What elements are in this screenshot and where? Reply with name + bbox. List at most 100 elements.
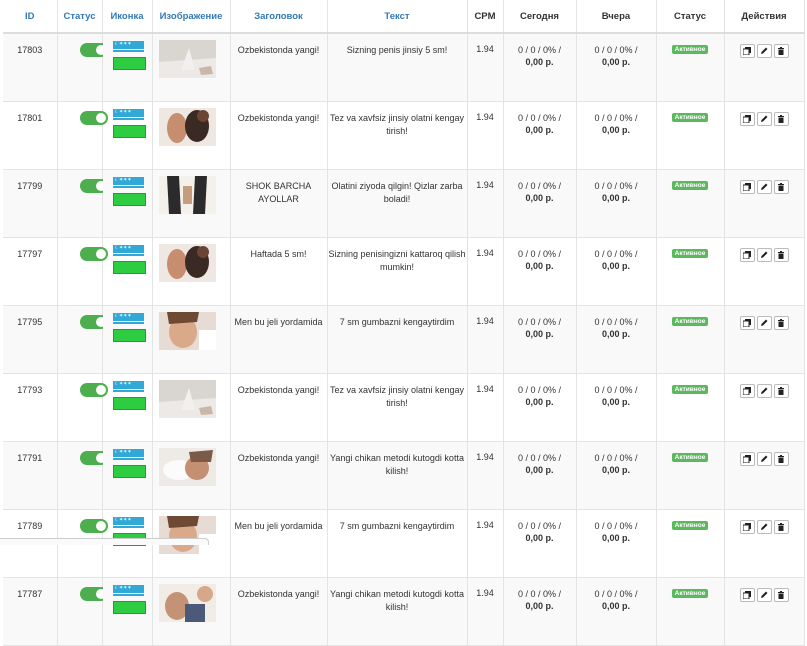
row-image-cell [152,33,231,102]
edit-button[interactable] [756,248,772,262]
copy-button[interactable] [739,44,755,58]
header-text[interactable]: Текст [327,0,468,34]
flag-green-stripe-icon [112,329,146,342]
copy-icon [741,115,754,123]
row-status-cell: Активное [656,577,725,646]
header-title[interactable]: Заголовок [230,0,328,34]
edit-button[interactable] [756,520,772,534]
copy-button[interactable] [739,112,755,126]
header-icon[interactable]: Иконка [102,0,153,34]
uzbekistan-flag-icon: ☾✶✶✶ [112,585,144,596]
edit-button[interactable] [756,316,772,330]
yesterday-money: 0,00 р. [601,397,630,407]
row-id: 17801 [3,101,58,170]
yesterday-money: 0,00 р. [601,601,630,611]
row-toggle-cell [57,101,108,170]
row-actions-cell [724,101,805,170]
pencil-icon [758,115,771,123]
header-status: Статус [656,0,725,34]
row-actions-cell [724,441,805,510]
edit-button[interactable] [756,384,772,398]
row-id: 17787 [3,577,58,646]
legs-image[interactable] [158,176,216,214]
table-row: 17799 ☾✶✶✶ SHOK BARCHA AYOLLAR Olatini ziyo… [3,169,805,238]
bed-image[interactable] [158,40,216,78]
row-text: Tez va xavfsiz jinsiy olatni kengay tiri… [327,373,468,442]
row-cpm: 1.94 [467,101,504,170]
copy-button[interactable] [739,452,755,466]
header-status-toggle[interactable]: Статус [57,0,103,34]
row-text: Tez va xavfsiz jinsiy olatni kengay tiri… [327,101,468,170]
copy-button[interactable] [739,316,755,330]
status-badge: Активное [671,249,709,258]
trash-icon [775,251,788,259]
edit-button[interactable] [756,180,772,194]
man-image[interactable] [158,584,216,622]
row-title: Men bu jeli yordamida [230,509,328,578]
table-row: 17791 ☾✶✶✶ Ozbekistonda yangi! Yangi chikan… [3,441,805,510]
delete-button[interactable] [773,316,789,330]
edit-button[interactable] [756,588,772,602]
copy-button[interactable] [739,248,755,262]
trash-icon [775,591,788,599]
delete-button[interactable] [773,452,789,466]
table-row: 17801 ☾✶✶✶ Ozbekistonda yangi! Tez va xavfs… [3,101,805,170]
face-image[interactable] [158,312,216,350]
edit-button[interactable] [756,452,772,466]
status-badge: Активное [671,45,709,54]
copy-button[interactable] [739,520,755,534]
ads-table: ID Статус Иконка Изображение Заголовок Т… [3,0,805,646]
horizontal-scrollbar[interactable] [0,538,209,545]
row-today-cell: 0 / 0 / 0% / 0,00 р. [503,305,577,374]
row-toggle-cell [57,577,108,646]
uzbekistan-flag-icon: ☾✶✶✶ [112,381,144,392]
copy-button[interactable] [739,588,755,602]
delete-button[interactable] [773,588,789,602]
yesterday-stats: 0 / 0 / 0% / [594,181,638,191]
delete-button[interactable] [773,180,789,194]
yesterday-money: 0,00 р. [601,125,630,135]
yesterday-stats: 0 / 0 / 0% / [594,589,638,599]
pillow-image[interactable] [158,448,216,486]
row-title: Ozbekistonda yangi! [230,577,328,646]
row-today-cell: 0 / 0 / 0% / 0,00 р. [503,441,577,510]
row-yesterday-cell: 0 / 0 / 0% / 0,00 р. [576,101,657,170]
row-yesterday-cell: 0 / 0 / 0% / 0,00 р. [576,373,657,442]
row-icon-cell: ☾✶✶✶ [102,169,153,238]
couple-image[interactable] [158,108,216,146]
copy-button[interactable] [739,384,755,398]
row-title: Ozbekistonda yangi! [230,101,328,170]
delete-button[interactable] [773,248,789,262]
header-image[interactable]: Изображение [152,0,231,34]
header-cpm: CPM [467,0,504,34]
yesterday-money: 0,00 р. [601,57,630,67]
row-id: 17797 [3,237,58,306]
edit-button[interactable] [756,44,772,58]
copy-icon [741,591,754,599]
status-badge: Активное [671,589,709,598]
delete-button[interactable] [773,44,789,58]
bed-image[interactable] [158,380,216,418]
row-today-cell: 0 / 0 / 0% / 0,00 р. [503,33,577,102]
copy-icon [741,319,754,327]
delete-button[interactable] [773,112,789,126]
header-today: Сегодня [503,0,577,34]
row-image-cell [152,373,231,442]
pencil-icon [758,387,771,395]
delete-button[interactable] [773,384,789,398]
face-image[interactable] [158,516,216,554]
edit-button[interactable] [756,112,772,126]
copy-button[interactable] [739,180,755,194]
row-toggle-cell [57,169,108,238]
row-toggle-cell [57,441,108,510]
row-today-cell: 0 / 0 / 0% / 0,00 р. [503,237,577,306]
uzbekistan-flag-icon: ☾✶✶✶ [112,313,144,324]
delete-button[interactable] [773,520,789,534]
trash-icon [775,319,788,327]
status-badge: Активное [671,521,709,530]
yesterday-money: 0,00 р. [601,261,630,271]
couple-image[interactable] [158,244,216,282]
copy-icon [741,251,754,259]
copy-icon [741,523,754,531]
header-id[interactable]: ID [3,0,58,34]
